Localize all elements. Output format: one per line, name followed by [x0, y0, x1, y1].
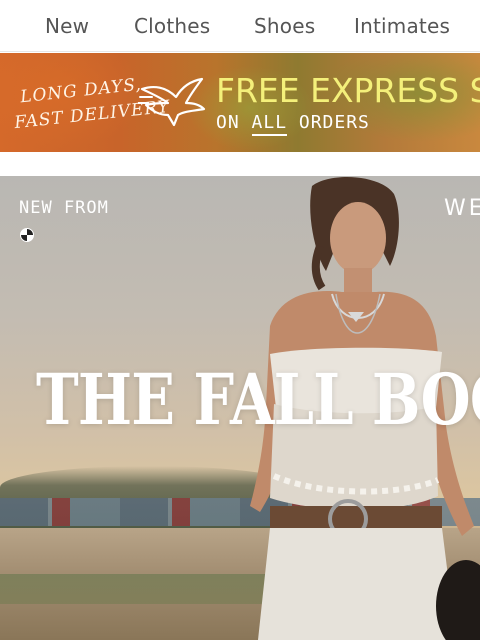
promo-sub-suffix: ORDERS: [287, 112, 370, 133]
hero-banner[interactable]: NEW FROM WE THE FALL BOOT E: [0, 176, 480, 640]
promo-subline: ON ALL ORDERS: [216, 112, 370, 136]
hero-eyebrow-right: WE: [444, 196, 480, 221]
nav-item-shoes[interactable]: Shoes: [254, 14, 315, 38]
promo-headline: FREE EXPRESS S: [216, 71, 480, 110]
promo-banner[interactable]: LONG DAYS, FAST DELIVERY FREE EXPRESS S …: [0, 53, 480, 152]
top-nav: New Clothes Shoes Intimates: [0, 0, 480, 52]
bird-icon: [138, 77, 206, 127]
nav-item-intimates[interactable]: Intimates: [354, 14, 450, 38]
nav-item-clothes[interactable]: Clothes: [134, 14, 210, 38]
hero-title: THE FALL BOOT E: [36, 358, 480, 441]
promo-sub-emphasis: ALL: [251, 112, 288, 136]
hero-eyebrow: NEW FROM: [19, 198, 109, 218]
nav-item-new[interactable]: New: [45, 14, 89, 38]
loading-icon: [20, 228, 34, 242]
promo-sub-prefix: ON: [216, 112, 252, 133]
